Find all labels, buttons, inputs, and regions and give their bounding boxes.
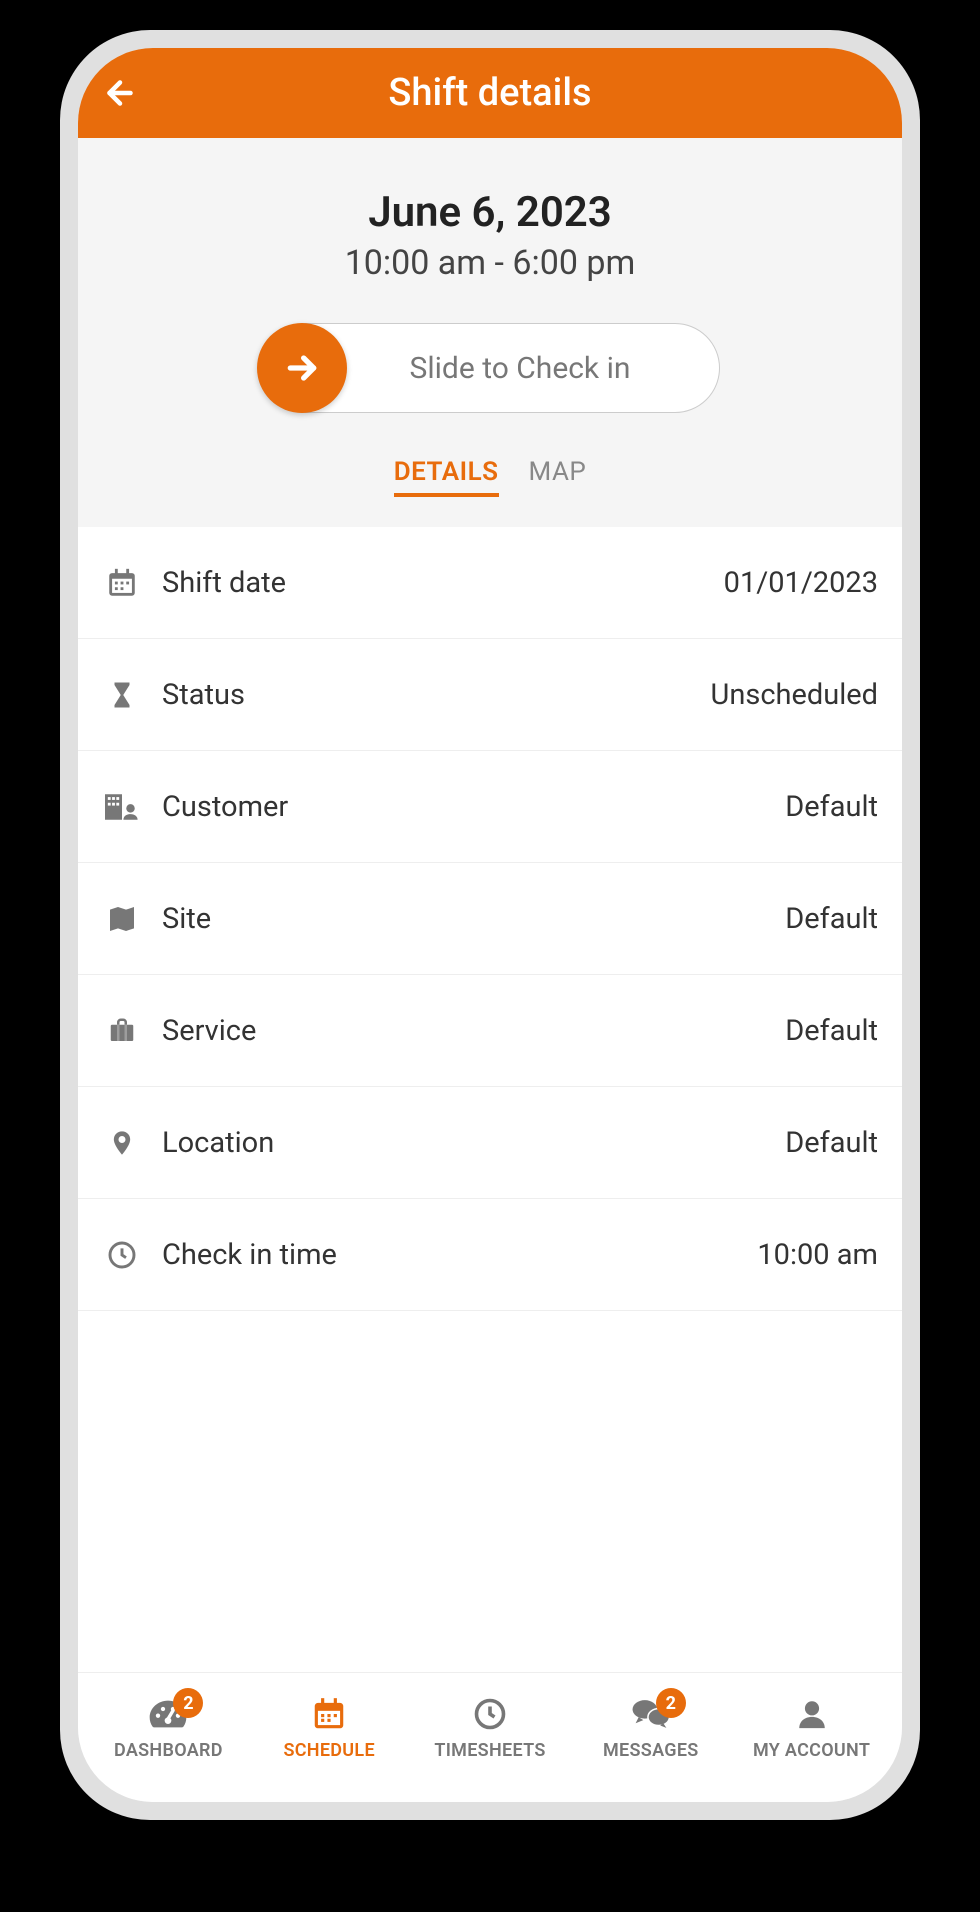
row-location: Location Default — [78, 1087, 902, 1199]
calendar-icon — [102, 563, 142, 603]
nav-label: MY ACCOUNT — [753, 1740, 870, 1761]
row-label: Site — [162, 902, 211, 936]
map-icon — [102, 899, 142, 939]
building-user-icon — [102, 787, 142, 827]
row-label: Location — [162, 1126, 274, 1160]
row-value: 10:00 am — [757, 1238, 878, 1272]
row-label: Check in time — [162, 1238, 337, 1272]
details-list: Shift date 01/01/2023 Status Unscheduled… — [78, 527, 902, 1311]
row-value: Unscheduled — [711, 678, 878, 712]
row-shift-date: Shift date 01/01/2023 — [78, 527, 902, 639]
shift-summary: June 6, 2023 10:00 am - 6:00 pm Slide to… — [78, 138, 902, 527]
tab-details[interactable]: DETAILS — [394, 457, 499, 497]
shift-time-range: 10:00 am - 6:00 pm — [98, 243, 882, 283]
nav-messages[interactable]: 2 MESSAGES — [576, 1694, 726, 1761]
location-pin-icon — [102, 1123, 142, 1163]
user-icon — [792, 1694, 832, 1734]
page-title: Shift details — [102, 71, 878, 115]
bottom-nav: 2 DASHBOARD SCHEDULE TIMESHEETS 2 — [78, 1672, 902, 1802]
clock-icon — [470, 1694, 510, 1734]
row-value: Default — [785, 790, 878, 824]
nav-badge: 2 — [173, 1688, 203, 1718]
nav-badge: 2 — [656, 1688, 686, 1718]
clock-icon — [102, 1235, 142, 1275]
check-in-slider-container: Slide to Check in — [98, 323, 882, 413]
row-value: Default — [785, 1014, 878, 1048]
nav-timesheets[interactable]: TIMESHEETS — [415, 1694, 565, 1761]
calendar-icon — [309, 1694, 349, 1734]
nav-label: SCHEDULE — [283, 1740, 374, 1761]
row-site: Site Default — [78, 863, 902, 975]
nav-label: DASHBOARD — [114, 1740, 223, 1761]
back-arrow-icon — [102, 75, 138, 111]
briefcase-icon — [102, 1011, 142, 1051]
row-check-in-time: Check in time 10:00 am — [78, 1199, 902, 1311]
back-button[interactable] — [102, 75, 138, 111]
nav-label: TIMESHEETS — [434, 1740, 545, 1761]
nav-dashboard[interactable]: 2 DASHBOARD — [93, 1694, 243, 1761]
nav-schedule[interactable]: SCHEDULE — [254, 1694, 404, 1761]
row-service: Service Default — [78, 975, 902, 1087]
content-area — [78, 1311, 902, 1672]
row-status: Status Unscheduled — [78, 639, 902, 751]
row-value: Default — [785, 1126, 878, 1160]
app-bar: Shift details — [78, 48, 902, 138]
row-label: Status — [162, 678, 245, 712]
row-label: Customer — [162, 790, 288, 824]
arrow-right-icon — [282, 348, 322, 388]
row-value: Default — [785, 902, 878, 936]
hourglass-icon — [102, 675, 142, 715]
row-customer: Customer Default — [78, 751, 902, 863]
slider-thumb[interactable] — [257, 323, 347, 413]
phone-screen: Shift details June 6, 2023 10:00 am - 6:… — [78, 48, 902, 1802]
nav-label: MESSAGES — [603, 1740, 699, 1761]
check-in-slider[interactable]: Slide to Check in — [260, 323, 720, 413]
shift-date-heading: June 6, 2023 — [98, 188, 882, 237]
row-label: Service — [162, 1014, 256, 1048]
tabs: DETAILS MAP — [98, 457, 882, 497]
phone-frame: Shift details June 6, 2023 10:00 am - 6:… — [60, 30, 920, 1820]
row-value: 01/01/2023 — [724, 566, 878, 600]
tab-map[interactable]: MAP — [529, 457, 587, 497]
nav-my-account[interactable]: MY ACCOUNT — [737, 1694, 887, 1761]
row-label: Shift date — [162, 566, 286, 600]
